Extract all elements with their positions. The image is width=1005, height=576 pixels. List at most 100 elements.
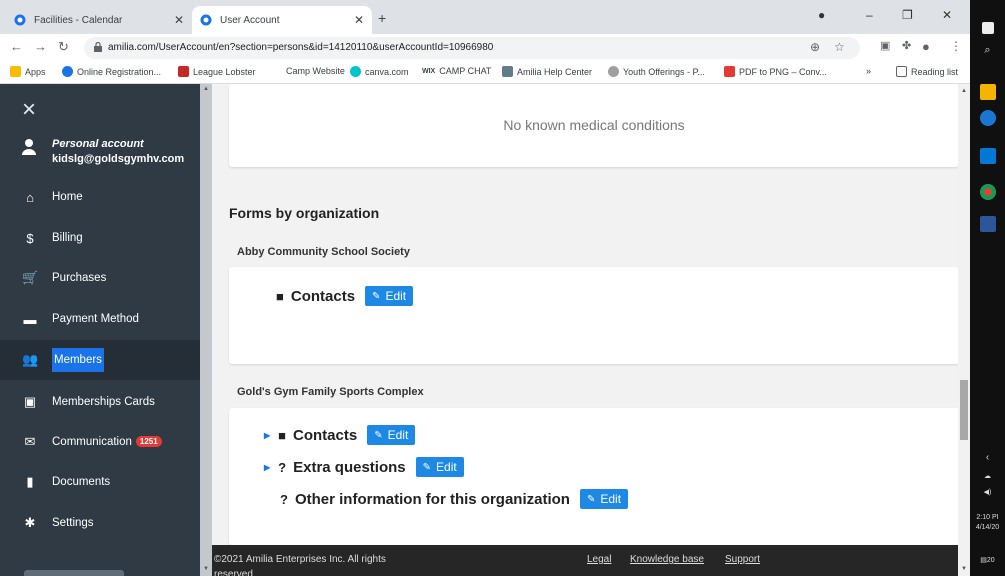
bookmark-amilia-help-center[interactable]: Amilia Help Center <box>502 66 592 77</box>
zoom-icon[interactable]: ⊕ <box>810 40 820 54</box>
bookmarks-bar: Apps Online Registration... League Lobst… <box>0 62 970 84</box>
form-row-contacts[interactable]: ▶ ■ Contacts ✎ Edit <box>264 425 416 445</box>
footer-link-legal[interactable]: Legal <box>587 554 611 565</box>
caret-right-icon[interactable]: ▶ <box>264 463 270 472</box>
sidebar-item-payment-method[interactable]: ▬ Payment Method <box>0 299 200 339</box>
scroll-down-arrow-icon[interactable]: ▼ <box>203 566 209 572</box>
edit-button[interactable]: ✎ Edit <box>579 489 629 509</box>
profile-icon[interactable]: ● <box>922 39 930 54</box>
volume-icon[interactable]: ◀) <box>970 488 1005 496</box>
reading-list[interactable]: Reading list <box>896 66 958 77</box>
tab-close-icon[interactable]: ✕ <box>354 13 364 27</box>
windows-taskbar: ⌕ ‹ ☁ ◀) 2:10 PI 4/14/20 ▤20 <box>970 0 1005 576</box>
outlook-icon[interactable] <box>980 148 996 164</box>
question-icon: ? <box>278 459 287 475</box>
sidebar-item-label: Purchases <box>52 272 107 284</box>
scroll-up-arrow-icon[interactable]: ▲ <box>203 86 209 92</box>
sidebar-item-billing[interactable]: $ Billing <box>0 218 200 258</box>
edit-button[interactable]: ✎ Edit <box>415 457 464 477</box>
sidebar-item-label: Home <box>52 191 83 203</box>
search-icon[interactable]: ⌕ <box>970 44 1005 57</box>
sidebar-scrollbar[interactable]: ▲ ▼ <box>200 84 212 576</box>
users-icon: 👥 <box>22 352 39 367</box>
minimize-icon[interactable]: – <box>866 8 873 22</box>
profile-dot-icon[interactable]: ● <box>818 8 825 22</box>
sidebar-item-settings[interactable]: ✱ Settings <box>0 503 200 543</box>
browser-tab-bar: Facilities - Calendar ✕ User Account ✕ +… <box>0 0 970 34</box>
network-icon[interactable]: ☁ <box>970 472 1005 480</box>
sidebar: × Personal account kidslg@goldsgymhv.com… <box>0 84 200 576</box>
form-row-contacts: ■ Contacts ✎ Edit <box>276 286 414 306</box>
sidebar-item-documents[interactable]: ▮ Documents <box>0 462 200 502</box>
close-window-icon[interactable]: ✕ <box>942 8 952 22</box>
back-icon[interactable]: ← <box>10 39 23 54</box>
book-icon: ■ <box>276 288 284 304</box>
bookmark-camp-website[interactable]: Camp Website <box>286 66 345 76</box>
amilia-favicon-icon <box>14 14 26 26</box>
chrome-icon[interactable] <box>980 184 996 200</box>
copyright-text: ©2021 Amilia Enterprises Inc. All rights <box>214 554 386 565</box>
bookmarks-overflow[interactable]: » <box>866 66 871 76</box>
cart-icon: 🛒 <box>22 270 39 285</box>
extension-icon[interactable]: ▣ <box>880 39 890 52</box>
tab-user-account[interactable]: User Account ✕ <box>192 6 372 34</box>
edit-button[interactable]: ✎ Edit <box>365 286 414 306</box>
reading-list-label: Reading list <box>911 66 959 77</box>
bookmark-label: PDF to PNG – Conv... <box>739 66 827 77</box>
bookmark-camp-chat[interactable]: WIX CAMP CHAT <box>422 66 491 76</box>
medical-conditions-text: No known medical conditions <box>503 117 685 133</box>
sidebar-item-communication[interactable]: ✉ Communication 1251 <box>0 422 200 462</box>
menu-kebab-icon[interactable]: ⋮ <box>950 39 962 53</box>
chevron-left-icon[interactable]: ‹ <box>970 452 1005 463</box>
footer-link-support[interactable]: Support <box>725 554 760 565</box>
form-row-extra-questions[interactable]: ▶ ? Extra questions ✎ Edit <box>264 457 464 477</box>
clock-time[interactable]: 2:10 PI <box>970 514 1005 521</box>
scrollbar-thumb[interactable] <box>960 380 968 440</box>
close-icon[interactable]: × <box>22 98 36 122</box>
forward-icon[interactable]: → <box>34 39 47 54</box>
sidebar-bottom-button[interactable] <box>24 570 124 576</box>
notification-icon[interactable]: ▤20 <box>970 556 1005 564</box>
restore-icon[interactable]: ❐ <box>902 8 913 22</box>
scroll-up-arrow-icon[interactable]: ▲ <box>961 88 967 94</box>
caret-right-icon[interactable]: ▶ <box>264 431 270 440</box>
help-center-icon <box>502 66 513 77</box>
windows-icon[interactable] <box>982 22 994 34</box>
bookmark-label: canva.com <box>365 66 409 77</box>
reload-icon[interactable]: ↻ <box>58 39 69 55</box>
sidebar-item-members[interactable]: 👥 Members <box>0 340 200 380</box>
puzzle-icon[interactable]: ✤ <box>902 39 911 52</box>
bookmark-youth-offerings[interactable]: Youth Offerings - P... <box>608 66 705 77</box>
scroll-down-arrow-icon[interactable]: ▼ <box>961 566 967 572</box>
edge-icon[interactable] <box>980 110 996 126</box>
amilia-favicon-icon <box>200 14 212 26</box>
address-bar[interactable]: amilia.com/UserAccount/en?section=person… <box>84 37 860 59</box>
edit-button[interactable]: ✎ Edit <box>367 425 416 445</box>
tab-close-icon[interactable]: ✕ <box>174 13 184 27</box>
page-scrollbar[interactable]: ▲ ▼ <box>958 84 970 576</box>
section-title: Forms by organization <box>229 205 380 221</box>
bookmark-pdf-to-png[interactable]: PDF to PNG – Conv... <box>724 66 827 77</box>
bookmark-canva[interactable]: canva.com <box>350 66 409 77</box>
sidebar-item-memberships-cards[interactable]: ▣ Memberships Cards <box>0 382 200 422</box>
word-icon[interactable] <box>980 216 996 232</box>
edit-label: Edit <box>436 460 457 474</box>
clock-date[interactable]: 4/14/20 <box>970 524 1005 531</box>
sidebar-item-home[interactable]: ⌂ Home <box>0 177 200 217</box>
sidebar-item-purchases[interactable]: 🛒 Purchases <box>0 258 200 298</box>
file-explorer-icon[interactable] <box>980 84 996 100</box>
new-tab-icon[interactable]: + <box>378 10 386 26</box>
bookmark-league-lobster[interactable]: League Lobster <box>178 66 256 77</box>
form-label: Contacts <box>293 426 358 444</box>
bookmark-apps[interactable]: Apps <box>10 66 46 77</box>
url-text: amilia.com/UserAccount/en?section=person… <box>108 42 494 53</box>
footer-link-knowledge-base[interactable]: Knowledge base <box>630 554 704 565</box>
page-footer: ©2021 Amilia Enterprises Inc. All rights… <box>212 545 958 576</box>
bookmark-label: Camp Website <box>286 66 345 76</box>
tab-facilities-calendar[interactable]: Facilities - Calendar ✕ <box>6 6 192 34</box>
bookmark-online-registration[interactable]: Online Registration... <box>62 66 161 77</box>
sidebar-item-label: Settings <box>52 517 94 529</box>
form-label: Extra questions <box>293 458 406 476</box>
reading-list-icon <box>896 66 907 77</box>
bookmark-star-icon[interactable]: ☆ <box>834 40 845 54</box>
